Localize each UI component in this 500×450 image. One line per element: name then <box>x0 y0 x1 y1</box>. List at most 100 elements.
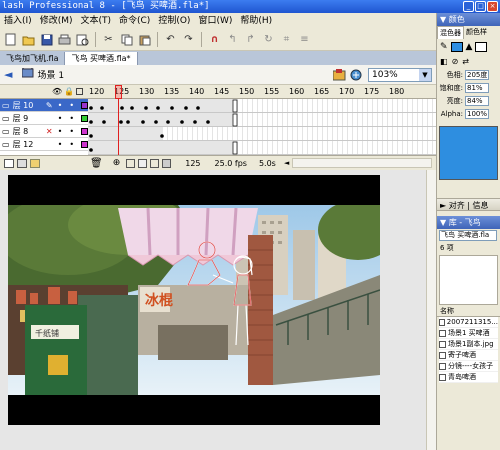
color-preview-swatch[interactable] <box>439 126 498 180</box>
playhead-marker[interactable] <box>115 85 122 99</box>
add-layer-icon[interactable] <box>4 158 14 168</box>
add-folder-icon[interactable] <box>30 158 40 168</box>
saturation-field[interactable]: 81% <box>465 82 489 93</box>
hidden-x-icon[interactable]: ✕ <box>46 127 58 136</box>
align-icon[interactable]: ≡ <box>296 31 313 48</box>
library-item[interactable]: 青岛啤酒 <box>439 372 498 383</box>
stroke-swatch[interactable] <box>450 42 463 52</box>
timeline-h-scrollbar[interactable] <box>292 158 433 168</box>
library-doc-select[interactable]: 飞鸟 买啤酒.fla <box>439 230 497 241</box>
brightness-field[interactable]: 84% <box>465 95 489 106</box>
open-folder-icon[interactable] <box>20 31 37 48</box>
lock-dot[interactable]: • <box>69 140 81 149</box>
hue-field[interactable]: 205度 <box>465 69 489 80</box>
fill-color-icon[interactable]: ▲ <box>466 42 473 52</box>
cut-icon[interactable]: ✂ <box>100 31 117 48</box>
paste-icon[interactable] <box>136 31 153 48</box>
edit-scene-icon[interactable] <box>332 69 347 84</box>
stage-v-scrollbar[interactable] <box>426 170 436 450</box>
library-item[interactable]: 分镜----女孩子 <box>439 361 498 372</box>
layer-color-box[interactable] <box>81 101 88 109</box>
layer-row[interactable]: ▭ 层 9 • • <box>0 112 88 125</box>
tab-swatches[interactable]: 颜色样 <box>464 26 489 39</box>
straighten-icon[interactable]: ↱ <box>242 31 259 48</box>
print-preview-icon[interactable] <box>74 31 91 48</box>
black-white-icon[interactable]: ◧ <box>440 57 448 66</box>
scale-icon[interactable]: ⌗ <box>278 31 295 48</box>
outline-icon[interactable] <box>76 88 83 95</box>
layer-name[interactable]: 层 9 <box>13 113 58 124</box>
library-header[interactable]: 名称 <box>437 306 500 317</box>
tab-document[interactable]: 飞鸟加飞机.fla <box>0 52 66 65</box>
new-file-icon[interactable] <box>2 31 19 48</box>
save-icon[interactable] <box>38 31 55 48</box>
layer-name[interactable]: 层 8 <box>13 126 46 137</box>
delete-layer-icon[interactable]: 🗑 <box>90 158 103 169</box>
lock-dot[interactable]: • <box>69 127 81 136</box>
frame-cells[interactable] <box>88 99 436 155</box>
edit-multiple-icon[interactable] <box>150 158 160 168</box>
library-item[interactable]: 场景1 买啤酒 <box>439 328 498 339</box>
menu-text[interactable]: 文本(T) <box>76 13 115 29</box>
align-panel-title[interactable]: ► 对齐 | 信息 <box>437 198 500 211</box>
fill-swatch[interactable] <box>475 42 488 52</box>
scene-label[interactable]: 场景 1 <box>37 68 64 81</box>
layer-row[interactable]: ▭ 层 10 ✎ • • <box>0 99 88 112</box>
edit-symbol-icon[interactable] <box>350 69 364 84</box>
alpha-field[interactable]: 100% <box>465 108 489 119</box>
visible-dot[interactable]: • <box>58 114 70 123</box>
library-item[interactable]: 2007211315... <box>439 317 498 328</box>
center-frame-icon[interactable]: ⊕ <box>113 158 121 168</box>
frame-ruler[interactable]: 120 125 130 135 140 145 150 155 160 165 … <box>88 85 436 99</box>
menu-control[interactable]: 控制(O) <box>154 13 194 29</box>
menu-help[interactable]: 帮助(H) <box>236 13 276 29</box>
frame-grid[interactable] <box>88 99 436 155</box>
layer-color-box[interactable] <box>81 140 88 148</box>
color-panel-title[interactable]: ▼ 颜色 <box>437 13 500 26</box>
onion-outline-icon[interactable] <box>138 158 148 168</box>
rotate-icon[interactable]: ↻ <box>260 31 277 48</box>
swap-colors-icon[interactable]: ⇄ <box>462 57 469 66</box>
lock-dot[interactable]: • <box>69 101 81 110</box>
stage-canvas[interactable]: 冰棍 千纸铺 <box>0 175 398 425</box>
back-arrow-icon[interactable]: ◄ <box>4 68 12 81</box>
library-item[interactable]: 寄子啤酒 <box>439 350 498 361</box>
no-color-icon[interactable]: ⊘ <box>452 57 459 66</box>
menu-insert[interactable]: 插入(I) <box>0 13 36 29</box>
maximize-button[interactable]: □ <box>475 1 486 12</box>
stage-area[interactable]: 冰棍 千纸铺 <box>0 170 436 450</box>
snap-magnet-icon[interactable]: ∩ <box>206 31 223 48</box>
zoom-select[interactable]: 103% ▼ <box>368 68 432 82</box>
tab-mixer[interactable]: 混色器 <box>437 26 464 39</box>
library-panel-title[interactable]: ▼ 库 - 飞鸟 <box>437 216 500 229</box>
modify-markers-icon[interactable] <box>162 158 172 168</box>
print-icon[interactable] <box>56 31 73 48</box>
tab-document-active[interactable]: 飞鸟 买啤酒.fla* <box>65 52 138 65</box>
layer-name[interactable]: 层 10 <box>13 100 46 111</box>
stroke-color-icon[interactable]: ✎ <box>440 42 448 52</box>
eye-icon[interactable]: 👁 <box>52 87 62 96</box>
smooth-icon[interactable]: ↰ <box>224 31 241 48</box>
onion-skin-icon[interactable] <box>126 158 136 168</box>
redo-icon[interactable]: ↷ <box>180 31 197 48</box>
undo-icon[interactable]: ↶ <box>162 31 179 48</box>
copy-icon[interactable] <box>118 31 135 48</box>
scroll-left-icon[interactable]: ◄ <box>284 159 289 167</box>
add-guide-icon[interactable] <box>17 158 27 168</box>
layer-color-box[interactable] <box>81 127 88 135</box>
minimize-button[interactable]: _ <box>463 1 474 12</box>
library-item[interactable]: 场景1副本.jpg <box>439 339 498 350</box>
chevron-down-icon[interactable]: ▼ <box>419 69 431 81</box>
visible-dot[interactable]: • <box>58 127 70 136</box>
visible-dot[interactable]: • <box>58 140 70 149</box>
lock-icon[interactable]: 🔒 <box>64 87 74 96</box>
visible-dot[interactable]: • <box>58 101 70 110</box>
menu-commands[interactable]: 命令(C) <box>115 13 154 29</box>
menu-modify[interactable]: 修改(M) <box>36 13 77 29</box>
layer-row[interactable]: ▭ 层 12 • • <box>0 138 88 151</box>
layer-color-box[interactable] <box>81 114 88 122</box>
menu-window[interactable]: 窗口(W) <box>194 13 236 29</box>
layer-row[interactable]: ▭ 层 8 ✕ • • <box>0 125 88 138</box>
layer-name[interactable]: 层 12 <box>13 139 58 150</box>
lock-dot[interactable]: • <box>69 114 81 123</box>
